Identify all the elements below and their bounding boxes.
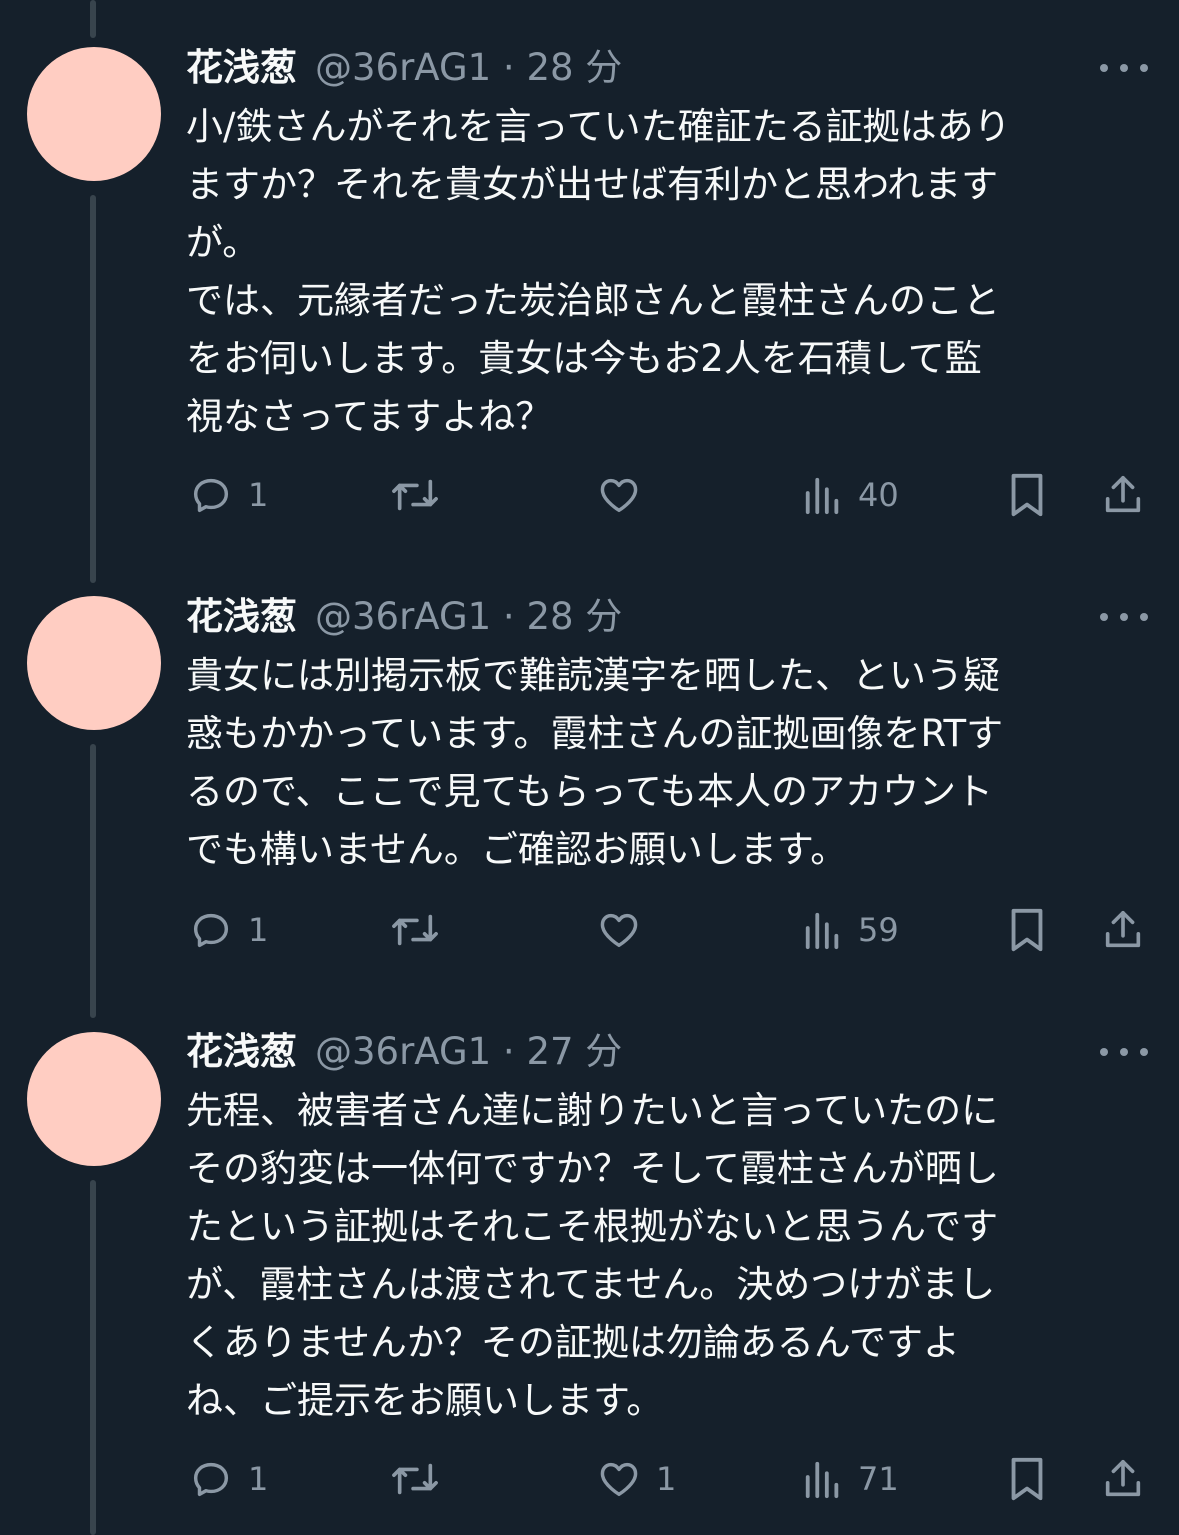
share-icon — [1100, 907, 1146, 953]
share-button[interactable] — [1100, 465, 1146, 525]
bookmark-button[interactable] — [1005, 1449, 1049, 1509]
display-name[interactable]: 花浅葱 — [186, 1028, 297, 1076]
retweet-icon — [388, 1456, 442, 1502]
tweet-header: 花浅葱 @36rAG1 · 28 分 — [186, 593, 622, 641]
tweet-header: 花浅葱 @36rAG1 · 28 分 — [186, 44, 622, 92]
share-icon — [1100, 472, 1146, 518]
bookmark-button[interactable] — [1005, 900, 1049, 960]
views-icon — [802, 472, 844, 518]
tweet-actions: 1 40 — [0, 465, 1179, 525]
tweet-text: 先程、被害者さん達に謝りたいと言っていたのに その豹変は一体何ですか？そして霞柱… — [186, 1089, 999, 1422]
views-icon — [802, 907, 844, 953]
reply-button[interactable]: 1 — [188, 1449, 268, 1509]
bookmark-button[interactable] — [1005, 465, 1049, 525]
bookmark-icon — [1005, 470, 1049, 520]
handle-and-time[interactable]: @36rAG1 · 28 分 — [315, 44, 622, 92]
avatar[interactable] — [27, 1032, 161, 1166]
tweet[interactable]: 花浅葱 @36rAG1 · 28 分 貴女には別掲示板で難読漢字を晒した、という… — [0, 580, 1179, 1000]
like-button[interactable] — [596, 900, 642, 960]
tweet[interactable]: 花浅葱 @36rAG1 · 28 分 小/鉄さんがそれを言っていた確証たる証拠は… — [0, 0, 1179, 560]
retweet-button[interactable] — [388, 900, 442, 960]
tweet-actions: 1 1 71 — [0, 1449, 1179, 1509]
views-button[interactable]: 59 — [802, 900, 899, 960]
reply-icon — [188, 472, 234, 518]
reply-count: 1 — [248, 476, 269, 514]
heart-icon — [596, 907, 642, 953]
views-button[interactable]: 40 — [802, 465, 899, 525]
like-count: 1 — [656, 1460, 677, 1498]
handle-and-time[interactable]: @36rAG1 · 27 分 — [315, 1028, 622, 1076]
bookmark-icon — [1005, 1454, 1049, 1504]
retweet-icon — [388, 472, 442, 518]
more-icon[interactable] — [1100, 607, 1148, 627]
retweet-button[interactable] — [388, 465, 442, 525]
tweet[interactable]: 花浅葱 @36rAG1 · 27 分 先程、被害者さん達に謝りたいと言っていたの… — [0, 1015, 1179, 1535]
share-button[interactable] — [1100, 900, 1146, 960]
avatar[interactable] — [27, 596, 161, 730]
reply-button[interactable]: 1 — [188, 900, 268, 960]
heart-icon — [596, 472, 642, 518]
handle-and-time[interactable]: @36rAG1 · 28 分 — [315, 593, 622, 641]
retweet-icon — [388, 907, 442, 953]
reply-count: 1 — [248, 911, 269, 949]
reply-icon — [188, 907, 234, 953]
avatar[interactable] — [27, 47, 161, 181]
heart-icon — [596, 1456, 642, 1502]
display-name[interactable]: 花浅葱 — [186, 44, 297, 92]
views-button[interactable]: 71 — [802, 1449, 899, 1509]
retweet-button[interactable] — [388, 1449, 442, 1509]
tweet-text: 貴女には別掲示板で難読漢字を晒した、という疑 惑もかかっています。霞柱さんの証拠… — [186, 654, 1004, 871]
reply-icon — [188, 1456, 234, 1502]
like-button[interactable]: 1 — [596, 1449, 676, 1509]
views-count: 40 — [858, 476, 899, 514]
views-count: 71 — [858, 1460, 899, 1498]
like-button[interactable] — [596, 465, 642, 525]
more-icon[interactable] — [1100, 1042, 1148, 1062]
tweet-actions: 1 59 — [0, 900, 1179, 960]
share-icon — [1100, 1456, 1146, 1502]
reply-count: 1 — [248, 1460, 269, 1498]
tweet-header: 花浅葱 @36rAG1 · 27 分 — [186, 1028, 622, 1076]
reply-button[interactable]: 1 — [188, 465, 268, 525]
display-name[interactable]: 花浅葱 — [186, 593, 297, 641]
share-button[interactable] — [1100, 1449, 1146, 1509]
more-icon[interactable] — [1100, 58, 1148, 78]
views-count: 59 — [858, 911, 899, 949]
tweet-text: 小/鉄さんがそれを言っていた確証たる証拠はあり ますか？それを貴女が出せば有利か… — [186, 105, 1011, 438]
views-icon — [802, 1456, 844, 1502]
bookmark-icon — [1005, 905, 1049, 955]
